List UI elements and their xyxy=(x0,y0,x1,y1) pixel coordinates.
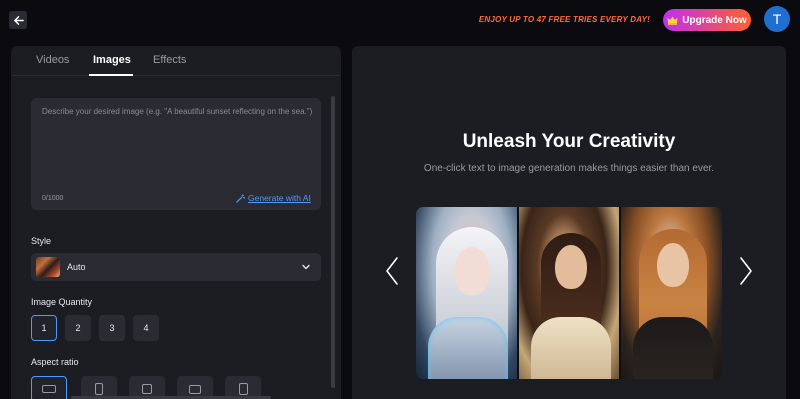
promo-banner: ENJOY UP TO 47 FREE TRIES EVERY DAY! xyxy=(478,15,650,24)
vertical-scrollbar[interactable] xyxy=(331,96,335,388)
preview-panel: Unleash Your Creativity One-click text t… xyxy=(352,46,786,399)
character-count: 0/1000 xyxy=(42,195,64,202)
tab-bar: Videos Images Effects xyxy=(11,46,341,76)
style-dropdown[interactable]: Auto xyxy=(31,253,321,281)
arrow-left-icon xyxy=(13,15,24,25)
carousel-next-icon[interactable] xyxy=(739,256,753,286)
generator-panel: Videos Images Effects Describe your desi… xyxy=(11,46,341,399)
landscape-ratio-icon xyxy=(189,384,201,394)
image-quantity-label: Image Quantity xyxy=(31,297,93,307)
upgrade-button[interactable]: Upgrade Now xyxy=(663,9,751,31)
prompt-input[interactable]: Describe your desired image (e.g. "A bea… xyxy=(31,98,321,210)
upgrade-label: Upgrade Now xyxy=(682,14,747,26)
carousel-prev-icon[interactable] xyxy=(385,256,399,286)
quantity-option-3[interactable]: 3 xyxy=(99,315,125,341)
top-bar: ENJOY UP TO 47 FREE TRIES EVERY DAY! Upg… xyxy=(0,0,800,40)
landscape-ratio-icon xyxy=(42,385,56,393)
sample-image-carousel xyxy=(416,207,722,379)
crown-icon xyxy=(667,15,678,25)
quantity-option-1[interactable]: 1 xyxy=(31,315,57,341)
square-ratio-icon xyxy=(142,384,152,394)
tab-images[interactable]: Images xyxy=(93,54,131,66)
chevron-down-icon xyxy=(302,264,310,270)
style-label: Style xyxy=(31,236,52,246)
generate-with-ai-label: Generate with AI xyxy=(248,193,311,203)
portrait-ratio-icon xyxy=(238,383,248,395)
prompt-placeholder: Describe your desired image (e.g. "A bea… xyxy=(42,107,313,116)
back-button[interactable] xyxy=(9,11,27,29)
quantity-option-4[interactable]: 4 xyxy=(133,315,159,341)
sample-image-cyber-portrait xyxy=(416,207,517,379)
magic-wand-icon xyxy=(236,193,245,203)
generate-with-ai-link[interactable]: Generate with AI xyxy=(236,193,311,203)
hero-title: Unleash Your Creativity xyxy=(462,131,676,152)
aspect-ratio-option-wide[interactable] xyxy=(31,376,67,399)
active-tab-indicator xyxy=(89,74,133,76)
tab-videos[interactable]: Videos xyxy=(36,54,69,66)
sample-image-princess-portrait xyxy=(518,207,620,379)
portrait-ratio-icon xyxy=(95,383,103,395)
tab-effects[interactable]: Effects xyxy=(153,54,186,66)
hero-subtitle: One-click text to image generation makes… xyxy=(423,163,715,174)
quantity-option-2[interactable]: 2 xyxy=(65,315,91,341)
sample-image-renaissance-portrait xyxy=(621,207,722,379)
avatar[interactable]: T xyxy=(764,6,790,32)
style-thumbnail xyxy=(36,257,60,277)
style-selected-value: Auto xyxy=(67,262,86,272)
aspect-ratio-label: Aspect ratio xyxy=(31,357,79,367)
